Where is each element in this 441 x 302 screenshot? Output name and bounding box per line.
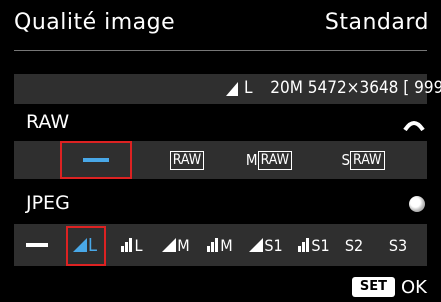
jpeg-option-label: S3 <box>388 235 408 255</box>
jpeg-option-s3[interactable]: S3 <box>384 224 412 266</box>
fine-quality-icon <box>162 238 177 252</box>
jpeg-option-large-normal[interactable]: L <box>114 224 150 266</box>
jpeg-option-medium-normal[interactable]: M <box>200 224 240 266</box>
normal-quality-icon <box>207 238 219 252</box>
jpeg-option-label: M <box>177 235 190 255</box>
header: Qualité image Standard <box>0 0 441 50</box>
ok-label: OK <box>401 276 427 298</box>
raw-selection-cursor <box>60 141 132 179</box>
footer: SET OK <box>351 276 427 298</box>
jpeg-option-label: S1 <box>311 235 330 255</box>
quick-control-dial-icon <box>409 196 425 212</box>
jpeg-option-s2[interactable]: S2 <box>340 224 368 266</box>
jpeg-option-label: M <box>220 235 233 255</box>
set-button[interactable]: SET <box>351 277 396 297</box>
info-resolution: 5472×3648 <box>307 78 399 98</box>
jpeg-option-label: S1 <box>264 235 283 255</box>
jpeg-selection-cursor <box>66 226 106 266</box>
raw-option-prefix: S <box>341 151 351 169</box>
jpeg-option-medium-fine[interactable]: M <box>156 224 196 266</box>
fine-quality-icon <box>249 238 264 252</box>
info-bar: L 20M 5472×3648 [ 999] <box>14 74 441 104</box>
info-text: L 20M 5472×3648 [ 999] <box>244 78 441 98</box>
jpeg-option-s1-normal[interactable]: S1 <box>292 224 336 266</box>
raw-option-label: RAW <box>350 150 385 170</box>
jpeg-option-label: L <box>134 235 143 255</box>
page-title: Qualité image <box>14 10 176 35</box>
raw-option-sraw[interactable]: S RAW <box>332 141 394 179</box>
info-shots-remaining: [ 999] <box>403 78 441 98</box>
jpeg-option-s1-fine[interactable]: S1 <box>244 224 288 266</box>
raw-label: RAW <box>26 111 70 133</box>
jpeg-option-label: S2 <box>344 235 364 255</box>
raw-option-label: RAW <box>257 150 293 170</box>
info-size-letter: L <box>244 78 253 98</box>
info-megapixels: 20M <box>270 78 303 98</box>
normal-quality-icon <box>298 238 310 252</box>
fine-quality-icon <box>226 82 238 96</box>
raw-option-prefix: M <box>245 151 258 169</box>
jpeg-option-off[interactable] <box>22 224 52 266</box>
normal-quality-icon <box>121 238 133 252</box>
header-divider <box>14 50 427 51</box>
raw-option-raw[interactable]: RAW <box>162 141 212 179</box>
raw-option-label: RAW <box>169 150 205 170</box>
raw-option-mraw[interactable]: M RAW <box>238 141 300 179</box>
jpeg-label: JPEG <box>26 192 70 214</box>
jpeg-off-dash <box>26 243 48 247</box>
main-dial-icon <box>403 121 425 131</box>
image-quality-screen: Qualité image Standard L 20M 5472×3648 [… <box>0 0 441 302</box>
current-setting-value: Standard <box>324 10 429 35</box>
